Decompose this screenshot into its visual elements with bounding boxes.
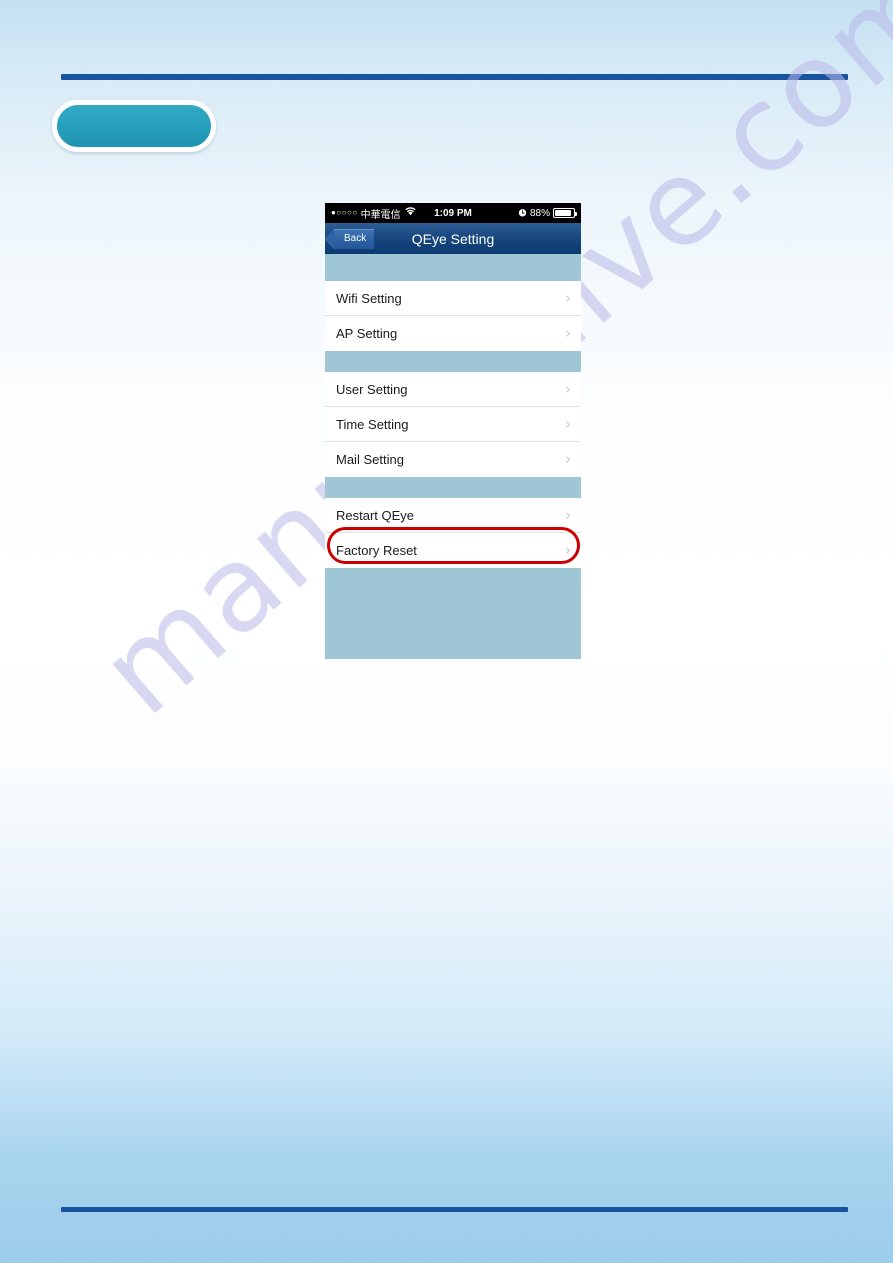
- chevron-right-icon: ›: [565, 541, 571, 559]
- list-item[interactable]: AP Setting ›: [325, 316, 581, 351]
- list-item[interactable]: Wifi Setting ›: [325, 281, 581, 316]
- carrier-label: 中華電信: [360, 209, 401, 221]
- list-item-label: AP Setting: [336, 326, 398, 341]
- back-button-label: Back: [344, 233, 367, 244]
- section-gap-2: [325, 477, 581, 498]
- status-bar: ●○○○○ 中華電信 1:09 PM 88%: [325, 203, 581, 223]
- list-item[interactable]: Mail Setting ›: [325, 442, 581, 477]
- section-gap-1: [325, 351, 581, 372]
- list-item[interactable]: User Setting ›: [325, 372, 581, 407]
- chevron-right-icon: ›: [565, 505, 571, 524]
- battery-percent-label: 88%: [529, 207, 550, 219]
- chevron-right-icon: ›: [565, 414, 571, 433]
- chevron-right-icon: ›: [565, 379, 571, 398]
- settings-group-network: Wifi Setting › AP Setting ›: [325, 281, 581, 351]
- settings-group-general: User Setting › Time Setting › Mail Setti…: [325, 372, 581, 477]
- header-rule: [61, 74, 848, 80]
- list-item-label: Restart QEye: [336, 507, 415, 523]
- status-bar-right: 88%: [518, 207, 577, 219]
- list-item-label: Factory Reset: [336, 543, 417, 558]
- nav-bar: Back QEye Setting: [325, 223, 581, 254]
- chevron-right-icon: ›: [565, 450, 571, 468]
- alarm-clock-icon: [518, 208, 527, 219]
- list-item-label: User Setting: [336, 381, 408, 397]
- settings-group-maintenance: Restart QEye › Factory Reset ›: [325, 498, 581, 568]
- phone-screenshot: ●○○○○ 中華電信 1:09 PM 88% Back QEye Setting…: [325, 203, 581, 659]
- battery-icon: [553, 208, 577, 218]
- list-item-label: Mail Setting: [336, 452, 404, 467]
- list-item[interactable]: Time Setting ›: [325, 407, 581, 442]
- list-item-factory-reset[interactable]: Factory Reset ›: [325, 533, 581, 568]
- wifi-icon: [405, 207, 416, 219]
- status-bar-left: ●○○○○ 中華電信: [331, 206, 416, 221]
- footer-rule: [61, 1207, 848, 1212]
- list-item-label: Time Setting: [336, 416, 409, 432]
- section-gap-top: [325, 254, 581, 281]
- signal-strength-icon: ●○○○○: [331, 208, 358, 217]
- chevron-right-icon: ›: [565, 288, 571, 307]
- list-item-label: Wifi Setting: [336, 290, 402, 306]
- list-tail-spacer: [325, 568, 581, 659]
- list-item[interactable]: Restart QEye ›: [325, 498, 581, 533]
- chevron-right-icon: ›: [565, 324, 571, 342]
- section-tab-pill: [52, 100, 216, 152]
- back-button[interactable]: Back: [325, 228, 375, 249]
